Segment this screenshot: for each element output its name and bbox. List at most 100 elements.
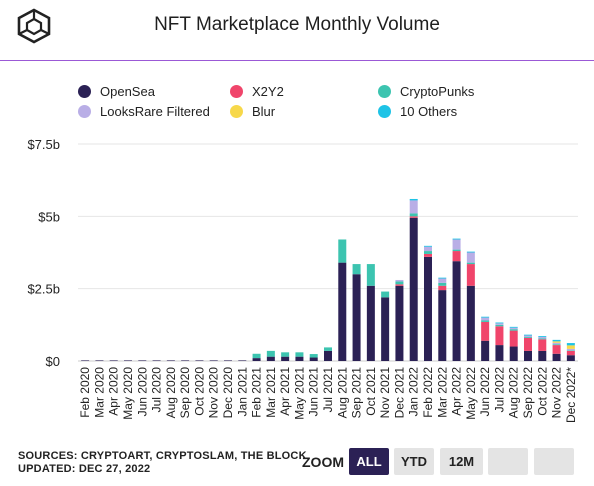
bar-segment (538, 350, 547, 361)
legend-swatch-cryptopunks (378, 85, 391, 98)
bar-segment (424, 253, 432, 257)
bar-segment (295, 356, 304, 361)
bar-segment (452, 238, 461, 240)
x-tick-label: Feb 2022 (421, 367, 435, 418)
legend-item-opensea[interactable]: OpenSea (78, 84, 155, 99)
legend-item-others[interactable]: 10 Others (378, 104, 457, 119)
bar-segment (466, 252, 475, 263)
zoom-all-button[interactable]: ALL (349, 448, 389, 475)
bar-segment (566, 350, 575, 356)
legend-swatch-looksrare (78, 105, 91, 118)
legend-swatch-others (378, 105, 391, 118)
sources-text: SOURCES: CRYPTOART, CRYPTOSLAM, THE BLOC… (18, 450, 307, 462)
x-tick-label: Sep 2020 (178, 367, 192, 419)
bar-segment (352, 264, 361, 275)
bar-segment (395, 279, 404, 282)
bar-segment (266, 350, 275, 357)
bar-segment (109, 360, 118, 361)
bar-segment (281, 352, 290, 357)
x-tick-label: Dec 2021 (392, 367, 406, 419)
bar-segment (309, 354, 318, 358)
bar-segment (352, 274, 361, 361)
bar-segment (466, 285, 475, 361)
bar-segment (395, 284, 404, 286)
header-divider (0, 60, 594, 61)
bar-segment (424, 245, 432, 247)
bar-segment (338, 262, 347, 361)
bar-segment (495, 322, 504, 324)
x-tick-label: Jul 2021 (321, 367, 335, 413)
x-tick-label: May 2021 (292, 367, 306, 420)
x-tick-label: Jul 2020 (150, 367, 164, 413)
legend-item-x2y2[interactable]: X2Y2 (230, 84, 284, 99)
bar-segment (438, 285, 447, 291)
x-tick-label: Apr 2020 (107, 367, 121, 416)
x-tick-label: Apr 2021 (278, 367, 292, 416)
chart-footer: SOURCES: CRYPTOART, CRYPTOSLAM, THE BLOC… (18, 450, 307, 476)
x-tick-label: Mar 2022 (435, 367, 449, 418)
zoom-12m-button[interactable]: 12M (440, 448, 483, 475)
bar-segment (181, 360, 190, 361)
bar-segment (366, 264, 375, 286)
bar-segment (438, 277, 447, 279)
bar-segment (552, 339, 561, 342)
legend-label: OpenSea (100, 84, 155, 99)
bar-segment (466, 251, 475, 253)
bar-segment (524, 334, 532, 336)
bar-segment (409, 217, 418, 361)
bar-segment (538, 338, 547, 340)
x-tick-label: Aug 2022 (507, 367, 521, 419)
bar-segment (452, 251, 461, 262)
x-tick-label: Dec 2020 (221, 367, 235, 419)
bar-segment (566, 348, 575, 351)
bar-segment (538, 339, 547, 351)
bar-segment (481, 320, 490, 322)
bar-segment (552, 344, 561, 346)
bar-segment (509, 326, 518, 328)
x-tick-label: Nov 2022 (550, 367, 564, 419)
x-tick-label: Nov 2021 (378, 367, 392, 419)
x-tick-label: Jun 2021 (307, 367, 321, 417)
bar-segment (152, 360, 161, 361)
zoom-ytd-button[interactable]: YTD (394, 448, 434, 475)
y-tick-label: $7.5b (27, 137, 60, 152)
chart-title: NFT Marketplace Monthly Volume (154, 14, 440, 35)
bar-segment (552, 341, 561, 343)
bar-segment (138, 360, 147, 361)
bar-segment (338, 239, 347, 263)
bar-segment (366, 285, 375, 361)
y-tick-label: $0 (46, 354, 60, 369)
bar-segment (252, 358, 261, 361)
bar-segment (95, 360, 104, 361)
legend-swatch-opensea (78, 85, 91, 98)
legend-item-looksrare[interactable]: LooksRare Filtered (78, 104, 210, 119)
x-tick-label: Jan 2022 (407, 367, 421, 417)
updated-text: UPDATED: DEC 27, 2022 (18, 463, 151, 475)
bar-segment (295, 352, 304, 357)
zoom-option-button[interactable] (534, 448, 574, 475)
zoom-label: ZOOM (302, 454, 344, 470)
bar-segment (509, 327, 518, 330)
legend-label: 10 Others (400, 104, 458, 119)
bar-segment (124, 360, 132, 361)
bar-segment (409, 216, 418, 218)
bar-segment (424, 251, 432, 254)
legend-label: LooksRare Filtered (100, 104, 210, 119)
bar-segment (566, 355, 575, 361)
bar-segment (209, 360, 218, 361)
x-tick-label: Apr 2022 (450, 367, 464, 416)
bar-segment (566, 343, 575, 346)
bar-segment (552, 353, 561, 361)
bar-segment (481, 316, 490, 318)
legend-item-cryptopunks[interactable]: CryptoPunks (378, 84, 474, 99)
y-tick-label: $5b (38, 209, 60, 224)
y-tick-label: $2.5b (27, 282, 60, 297)
bar-segment (409, 200, 418, 214)
bar-segment (409, 198, 418, 201)
x-tick-label: Jun 2020 (135, 367, 149, 417)
legend-item-blur[interactable]: Blur (230, 104, 275, 119)
legend-swatch-x2y2 (230, 85, 243, 98)
zoom-option-button[interactable] (488, 448, 528, 475)
x-tick-label: Aug 2021 (335, 367, 349, 419)
bar-segment (238, 360, 247, 361)
